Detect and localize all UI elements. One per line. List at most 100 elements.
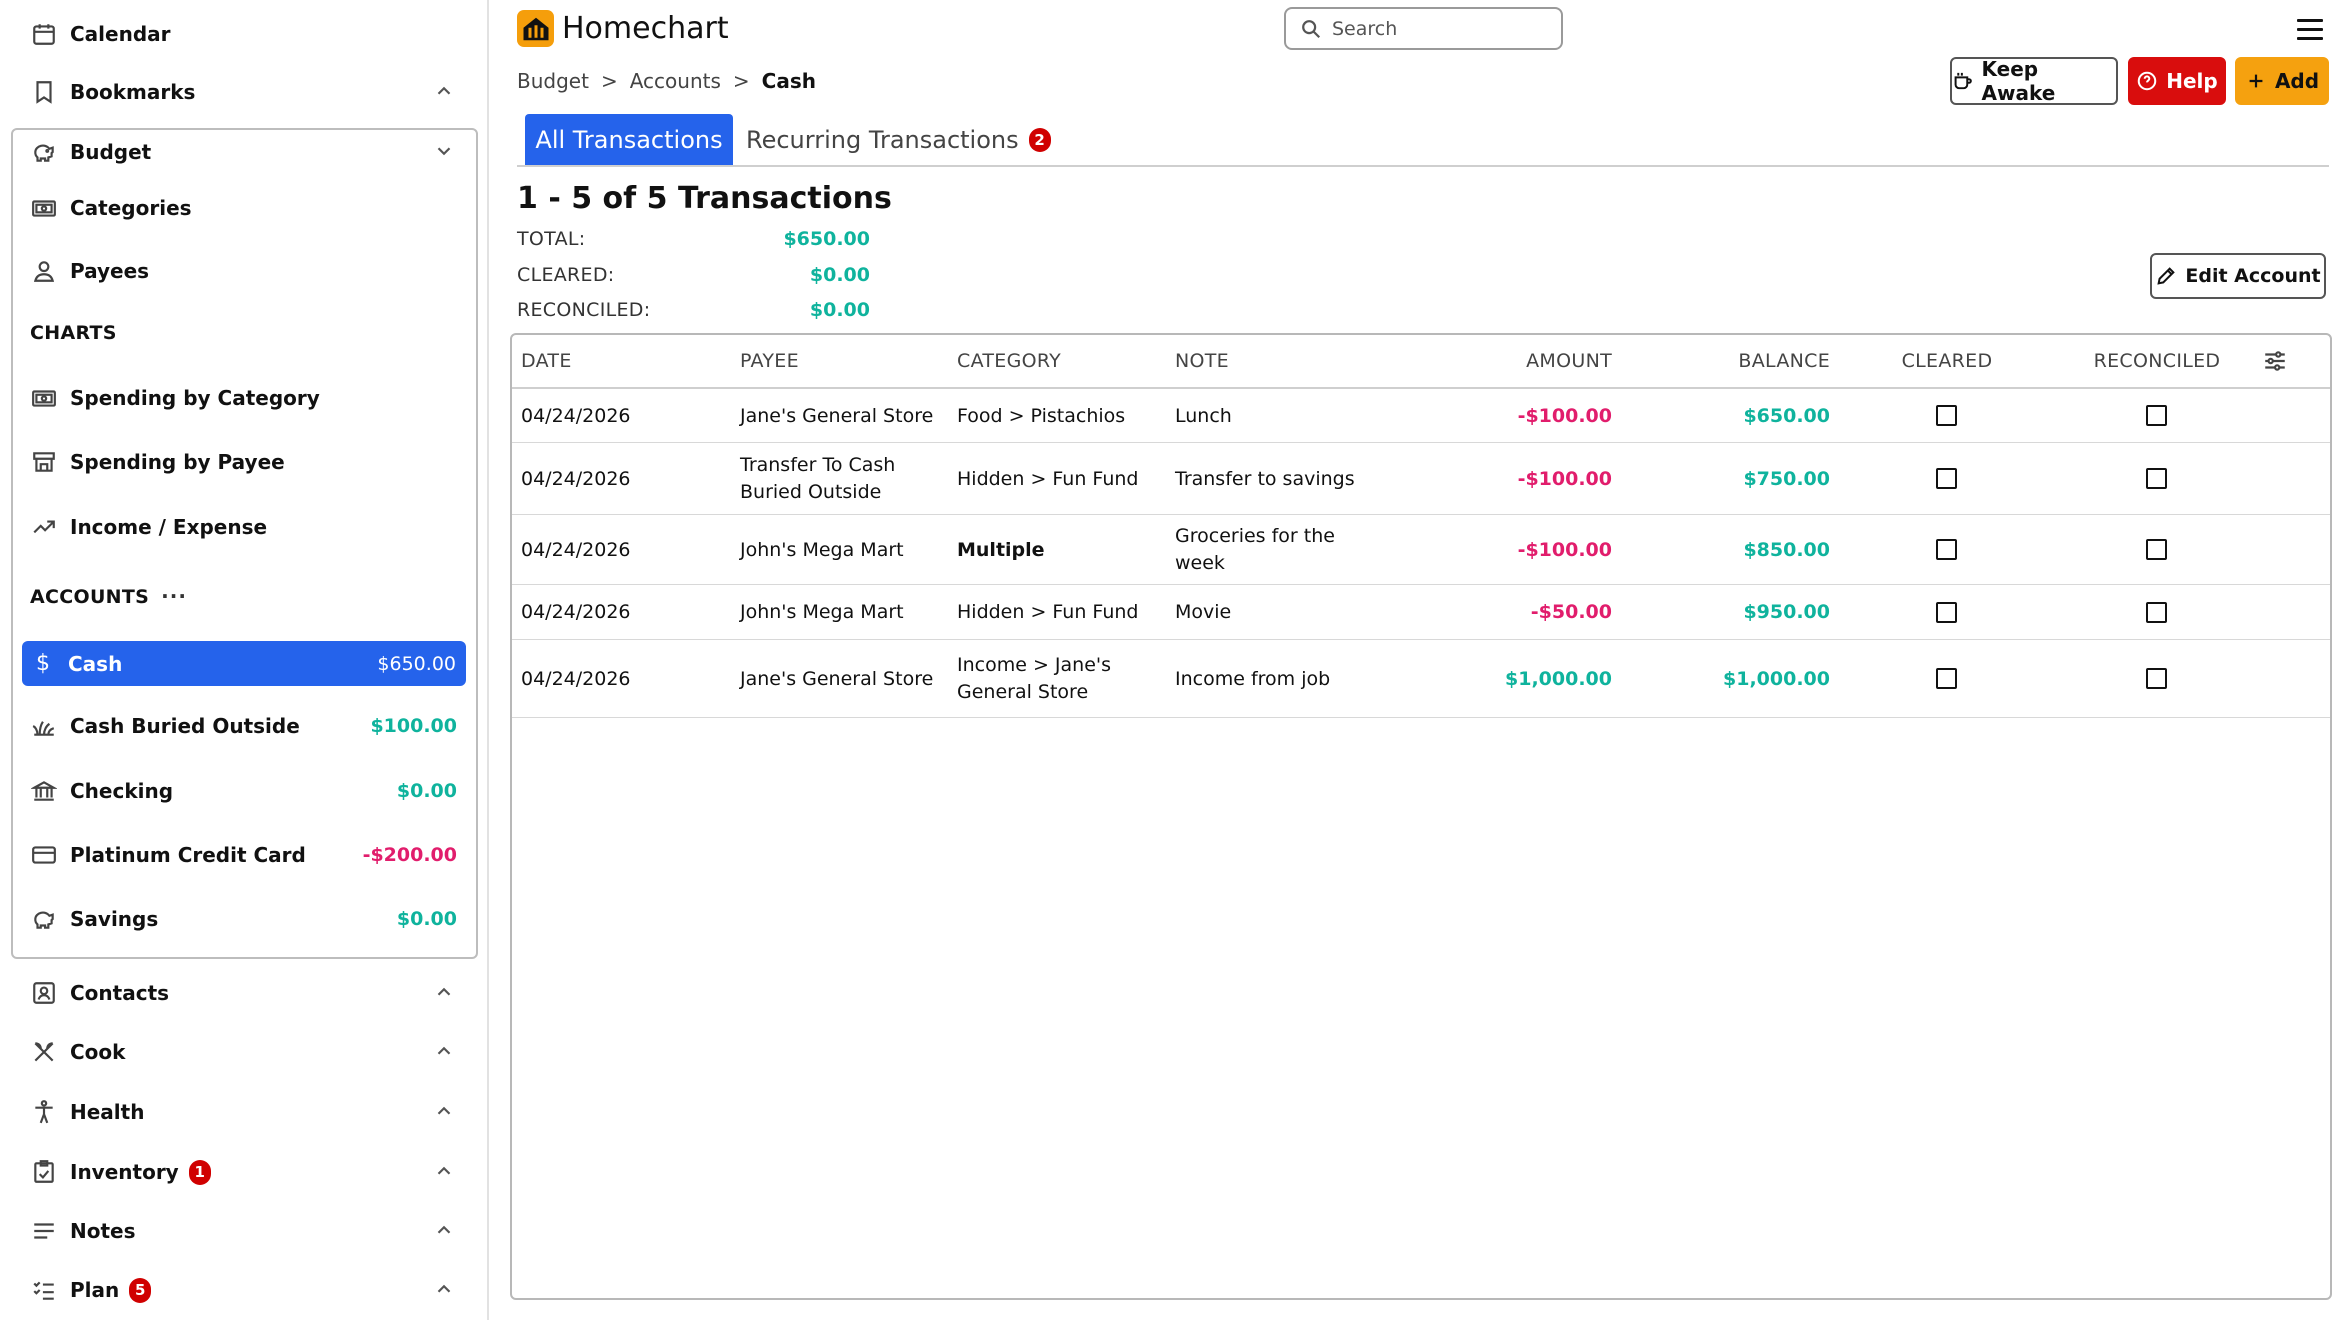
column-settings-icon[interactable] <box>2262 335 2288 387</box>
sidebar-account-savings[interactable]: Savings $0.00 <box>30 895 457 943</box>
chevron-up-icon[interactable] <box>433 981 455 1003</box>
column-header-balance[interactable]: BALANCE <box>1680 335 1830 387</box>
cell-date: 04/24/2026 <box>521 667 631 690</box>
cell-note: Transfer to savings <box>1175 467 1355 490</box>
health-icon <box>30 1098 58 1126</box>
sidebar-item-contacts[interactable]: Contacts <box>30 969 457 1017</box>
search-input[interactable]: Search <box>1284 7 1563 50</box>
sidebar-item-inventory[interactable]: Inventory 1 <box>30 1148 457 1196</box>
sidebar-item-budget[interactable]: Budget <box>30 128 457 176</box>
sidebar-item-label: Budget <box>70 140 152 164</box>
chevron-up-icon[interactable] <box>433 1278 455 1300</box>
tab-all-transactions[interactable]: All Transactions <box>525 114 733 166</box>
sidebar-item-label: Spending by Payee <box>70 450 285 474</box>
cleared-checkbox[interactable] <box>1936 601 1957 623</box>
cell-category: Hidden > Fun Fund <box>957 467 1139 490</box>
reconciled-checkbox[interactable] <box>2146 539 2167 560</box>
cell-balance: $850.00 <box>1743 538 1830 561</box>
tab-label: Recurring Transactions <box>746 126 1019 154</box>
breadcrumb-accounts[interactable]: Accounts <box>630 69 721 93</box>
reconciled-checkbox[interactable] <box>2146 668 2167 689</box>
coffee-icon <box>1954 72 1972 90</box>
more-icon[interactable]: ··· <box>161 584 187 608</box>
sidebar-item-plan[interactable]: Plan 5 <box>30 1266 457 1314</box>
chevron-down-icon[interactable] <box>433 140 455 162</box>
reconciled-checkbox[interactable] <box>2146 601 2167 623</box>
plan-icon <box>30 1276 58 1304</box>
chevron-up-icon[interactable] <box>433 1219 455 1241</box>
sidebar-item-categories[interactable]: Categories <box>30 184 457 232</box>
column-header-category[interactable]: CATEGORY <box>957 335 1061 387</box>
plus-icon <box>2249 74 2263 88</box>
cell-payee: Jane's General Store <box>740 404 934 427</box>
breadcrumb-cash: Cash <box>761 69 816 93</box>
column-header-amount[interactable]: AMOUNT <box>1462 335 1612 387</box>
column-header-note[interactable]: NOTE <box>1175 335 1229 387</box>
sidebar-item-cook[interactable]: Cook <box>30 1028 457 1076</box>
column-header-reconciled[interactable]: RECONCILED <box>2067 335 2247 387</box>
breadcrumb: Budget > Accounts > Cash <box>517 69 816 93</box>
column-header-date[interactable]: DATE <box>521 335 572 387</box>
sidebar-account-cash[interactable]: $ Cash $650.00 <box>22 641 466 686</box>
table-row[interactable]: 04/24/2026 Transfer To Cash Buried Outside… <box>512 443 2330 515</box>
tab-recurring-transactions[interactable]: Recurring Transactions 2 <box>746 114 1051 166</box>
cleared-checkbox[interactable] <box>1936 668 1957 689</box>
accounts-section-title: ACCOUNTS ··· <box>30 584 187 608</box>
total-label: TOTAL: <box>517 228 586 250</box>
reconciled-label: RECONCILED: <box>517 299 651 321</box>
sidebar: Calendar Bookmarks Budget Categories Pay… <box>0 0 489 1320</box>
pencil-icon <box>2157 267 2176 285</box>
reconciled-checkbox[interactable] <box>2146 468 2167 489</box>
sidebar-item-health[interactable]: Health <box>30 1088 457 1136</box>
sidebar-item-label: Categories <box>70 196 192 220</box>
chevron-up-icon[interactable] <box>433 1040 455 1062</box>
table-row[interactable]: 04/24/2026 John's Mega Mart Hidden > Fun F… <box>512 585 2330 640</box>
sidebar-account-platinum-credit-card[interactable]: Platinum Credit Card -$200.00 <box>30 831 457 879</box>
accounts-title-text: ACCOUNTS <box>30 586 150 608</box>
cell-balance: $650.00 <box>1743 404 1830 427</box>
cleared-checkbox[interactable] <box>1936 468 1957 489</box>
cleared-checkbox[interactable] <box>1936 405 1957 426</box>
cell-note: Movie <box>1175 601 1232 624</box>
chevron-up-icon[interactable] <box>433 80 455 102</box>
plan-count-badge: 5 <box>129 1277 152 1303</box>
sidebar-item-spending-by-payee[interactable]: Spending by Payee <box>30 438 457 486</box>
store-icon <box>30 448 58 476</box>
sidebar-item-calendar[interactable]: Calendar <box>30 10 457 58</box>
edit-account-button[interactable]: Edit Account <box>2150 253 2326 299</box>
column-header-payee[interactable]: PAYEE <box>740 335 799 387</box>
help-label: Help <box>2166 69 2218 93</box>
piggy-bank-icon <box>30 138 58 166</box>
sidebar-item-label: Payees <box>70 259 150 283</box>
sidebar-item-income-expense[interactable]: Income / Expense <box>30 503 457 551</box>
sidebar-account-cash-buried-outside[interactable]: Cash Buried Outside $100.00 <box>30 702 457 750</box>
table-row[interactable]: 04/24/2026 Jane's General Store Food > Pis… <box>512 389 2330 443</box>
sidebar-item-spending-by-category[interactable]: Spending by Category <box>30 374 457 422</box>
cleared-label: CLEARED: <box>517 264 615 286</box>
sidebar-item-notes[interactable]: Notes <box>30 1207 457 1255</box>
column-header-cleared[interactable]: CLEARED <box>1862 335 2032 387</box>
add-button[interactable]: Add <box>2235 57 2329 105</box>
menu-icon[interactable] <box>2297 19 2323 41</box>
help-button[interactable]: Help <box>2128 57 2226 105</box>
row-divider <box>512 717 2330 718</box>
cell-amount: $1,000.00 <box>1505 667 1612 690</box>
keep-awake-button[interactable]: Keep Awake <box>1950 57 2118 105</box>
sidebar-item-bookmarks[interactable]: Bookmarks <box>30 68 457 116</box>
dollar-icon: $ <box>36 651 50 676</box>
sidebar-account-checking[interactable]: Checking $0.00 <box>30 767 457 815</box>
chevron-up-icon[interactable] <box>433 1160 455 1182</box>
chevron-up-icon[interactable] <box>433 1100 455 1122</box>
sidebar-account-label: Checking <box>70 779 174 803</box>
table-row[interactable]: 04/24/2026 John's Mega Mart Multiple Grocer… <box>512 515 2330 585</box>
reconciled-checkbox[interactable] <box>2146 405 2167 426</box>
table-row[interactable]: 04/24/2026 Jane's General Store Income > J… <box>512 640 2330 718</box>
breadcrumb-budget[interactable]: Budget <box>517 69 589 93</box>
cleared-value: $0.00 <box>809 264 870 286</box>
cleared-checkbox[interactable] <box>1936 539 1957 560</box>
app-logo[interactable]: Homechart <box>517 10 729 47</box>
sidebar-item-label: Calendar <box>70 22 171 46</box>
sidebar-account-label: Savings <box>70 907 159 931</box>
sidebar-item-payees[interactable]: Payees <box>30 247 457 295</box>
cell-payee: John's Mega Mart <box>740 601 904 624</box>
